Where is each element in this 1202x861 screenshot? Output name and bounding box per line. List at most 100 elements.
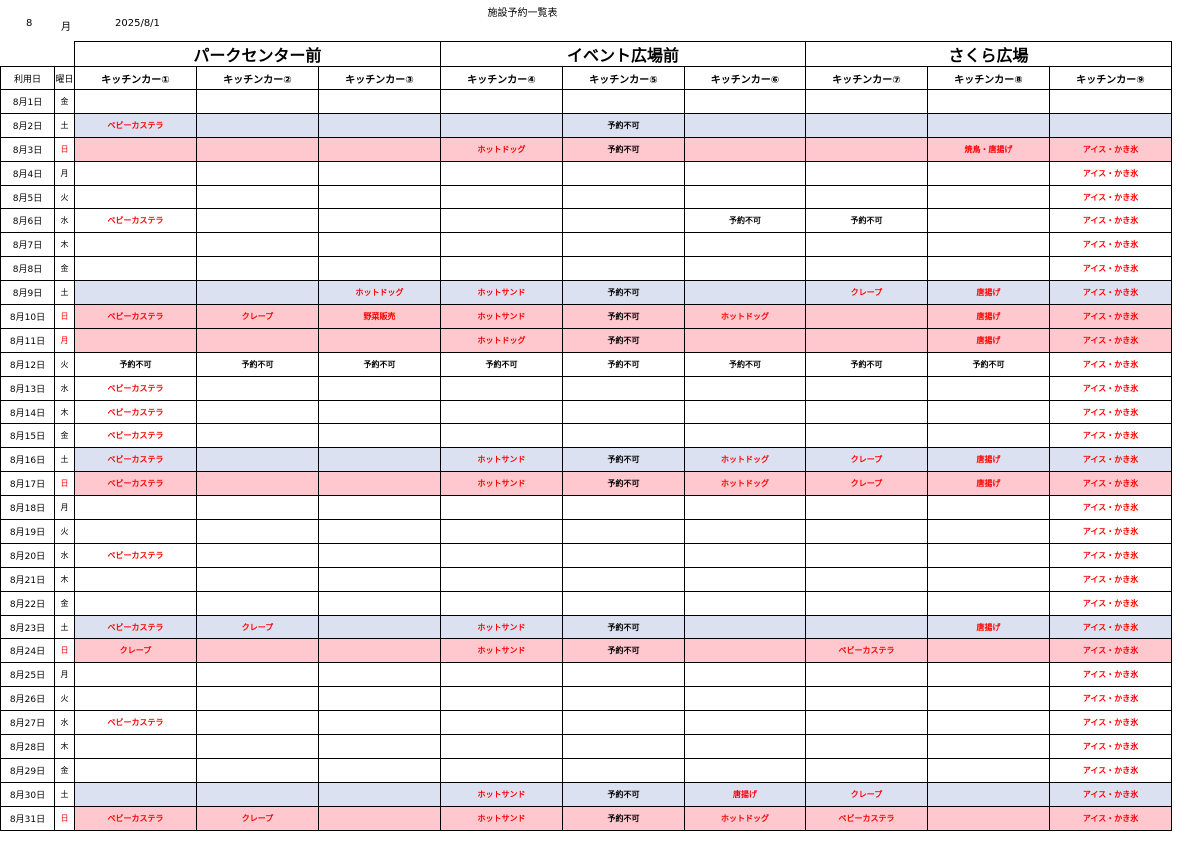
reservation-cell-car-1[interactable]: 予約不可	[74, 351, 197, 377]
weekday-cell[interactable]: 土	[54, 447, 75, 473]
reservation-cell-car-2[interactable]	[196, 280, 319, 306]
reservation-cell-car-3[interactable]	[317, 710, 442, 736]
weekday-cell[interactable]: 土	[54, 280, 75, 306]
reservation-cell-car-2[interactable]	[196, 136, 319, 162]
reservation-cell-car-7[interactable]	[805, 590, 929, 616]
reservation-cell-car-6[interactable]	[684, 327, 807, 353]
weekday-cell[interactable]: 日	[54, 471, 75, 497]
reservation-cell-car-5[interactable]	[562, 686, 686, 712]
reservation-cell-car-5[interactable]	[562, 662, 686, 688]
reservation-cell-car-5[interactable]: 予約不可	[562, 638, 686, 664]
reservation-cell-car-7[interactable]	[805, 112, 929, 138]
reservation-cell-car-8[interactable]	[927, 757, 1051, 783]
reservation-cell-car-3[interactable]	[317, 471, 442, 497]
reservation-cell-car-1[interactable]	[74, 662, 197, 688]
reservation-cell-car-8[interactable]	[927, 638, 1051, 664]
reservation-cell-car-6[interactable]: ホットドッグ	[684, 304, 807, 329]
reservation-cell-car-5[interactable]: 予約不可	[562, 136, 686, 162]
reservation-cell-car-9[interactable]: アイス・かき氷	[1049, 805, 1173, 831]
date-cell[interactable]: 8月30日	[0, 781, 55, 807]
weekday-cell[interactable]: 水	[54, 208, 75, 234]
reservation-cell-car-6[interactable]	[684, 614, 807, 640]
weekday-cell[interactable]: 金	[54, 590, 75, 616]
reservation-cell-car-8[interactable]	[927, 232, 1051, 258]
reservation-cell-car-5[interactable]	[562, 734, 686, 759]
reservation-cell-car-1[interactable]	[74, 686, 197, 712]
reservation-cell-car-8[interactable]	[927, 662, 1051, 688]
reservation-cell-car-8[interactable]: 唐揚げ	[927, 471, 1051, 497]
reservation-cell-car-1[interactable]: ベビーカステラ	[74, 399, 197, 425]
reservation-cell-car-6[interactable]	[684, 89, 807, 114]
reservation-cell-car-3[interactable]	[317, 614, 442, 640]
reservation-cell-car-3[interactable]	[317, 208, 442, 234]
reservation-cell-car-4[interactable]: ホットサンド	[440, 280, 564, 306]
weekday-cell[interactable]: 日	[54, 304, 75, 329]
reservation-cell-car-4[interactable]	[440, 590, 564, 616]
reservation-cell-car-5[interactable]	[562, 542, 686, 568]
reservation-cell-car-2[interactable]: クレープ	[196, 304, 319, 329]
reservation-cell-car-9[interactable]: アイス・かき氷	[1049, 734, 1173, 759]
weekday-cell[interactable]: 木	[54, 734, 75, 759]
reservation-cell-car-8[interactable]	[927, 542, 1051, 568]
reservation-cell-car-4[interactable]	[440, 112, 564, 138]
reservation-cell-car-2[interactable]	[196, 519, 319, 544]
reservation-cell-car-4[interactable]	[440, 399, 564, 425]
reservation-cell-car-3[interactable]	[317, 160, 442, 186]
reservation-cell-car-9[interactable]: アイス・かき氷	[1049, 757, 1173, 783]
reservation-cell-car-6[interactable]	[684, 710, 807, 736]
reservation-cell-car-2[interactable]	[196, 757, 319, 783]
reservation-cell-car-7[interactable]	[805, 710, 929, 736]
weekday-cell[interactable]: 月	[54, 327, 75, 353]
reservation-cell-car-6[interactable]	[684, 566, 807, 592]
reservation-cell-car-5[interactable]	[562, 399, 686, 425]
date-cell[interactable]: 8月22日	[0, 590, 55, 616]
reservation-cell-car-5[interactable]	[562, 375, 686, 401]
date-cell[interactable]: 8月10日	[0, 304, 55, 329]
reservation-cell-car-6[interactable]	[684, 542, 807, 568]
reservation-cell-car-7[interactable]: ベビーカステラ	[805, 638, 929, 664]
reservation-cell-car-3[interactable]: ホットドッグ	[317, 280, 442, 306]
weekday-cell[interactable]: 日	[54, 638, 75, 664]
reservation-cell-car-1[interactable]	[74, 590, 197, 616]
reservation-cell-car-6[interactable]	[684, 232, 807, 258]
weekday-cell[interactable]: 火	[54, 351, 75, 377]
reservation-cell-car-6[interactable]	[684, 423, 807, 449]
reservation-cell-car-8[interactable]	[927, 495, 1051, 521]
reservation-cell-car-1[interactable]	[74, 327, 197, 353]
weekday-cell[interactable]: 水	[54, 710, 75, 736]
reservation-cell-car-9[interactable]: アイス・かき氷	[1049, 423, 1173, 449]
reservation-cell-car-5[interactable]	[562, 89, 686, 114]
reservation-cell-car-6[interactable]	[684, 686, 807, 712]
reservation-cell-car-3[interactable]	[317, 662, 442, 688]
reservation-cell-car-9[interactable]: アイス・かき氷	[1049, 686, 1173, 712]
date-cell[interactable]: 8月28日	[0, 734, 55, 759]
reservation-cell-car-2[interactable]	[196, 375, 319, 401]
reservation-cell-car-1[interactable]	[74, 519, 197, 544]
reservation-cell-car-1[interactable]: ベビーカステラ	[74, 471, 197, 497]
weekday-cell[interactable]: 火	[54, 686, 75, 712]
reservation-cell-car-3[interactable]	[317, 638, 442, 664]
reservation-cell-car-2[interactable]	[196, 89, 319, 114]
reservation-cell-car-8[interactable]	[927, 519, 1051, 544]
weekday-cell[interactable]: 土	[54, 781, 75, 807]
reservation-cell-car-3[interactable]	[317, 686, 442, 712]
date-cell[interactable]: 8月8日	[0, 256, 55, 282]
date-cell[interactable]: 8月7日	[0, 232, 55, 258]
date-cell[interactable]: 8月12日	[0, 351, 55, 377]
reservation-cell-car-7[interactable]	[805, 423, 929, 449]
reservation-cell-car-9[interactable]: アイス・かき氷	[1049, 710, 1173, 736]
weekday-cell[interactable]: 土	[54, 112, 75, 138]
reservation-cell-car-8[interactable]	[927, 423, 1051, 449]
reservation-cell-car-5[interactable]: 予約不可	[562, 327, 686, 353]
date-cell[interactable]: 8月4日	[0, 160, 55, 186]
reservation-cell-car-3[interactable]	[317, 447, 442, 473]
reservation-cell-car-3[interactable]	[317, 566, 442, 592]
reservation-cell-car-3[interactable]	[317, 327, 442, 353]
reservation-cell-car-7[interactable]: 予約不可	[805, 208, 929, 234]
date-cell[interactable]: 8月11日	[0, 327, 55, 353]
reservation-cell-car-1[interactable]: ベビーカステラ	[74, 375, 197, 401]
reservation-cell-car-1[interactable]: ベビーカステラ	[74, 208, 197, 234]
reservation-cell-car-9[interactable]: アイス・かき氷	[1049, 304, 1173, 329]
reservation-cell-car-1[interactable]	[74, 256, 197, 282]
reservation-cell-car-2[interactable]	[196, 160, 319, 186]
